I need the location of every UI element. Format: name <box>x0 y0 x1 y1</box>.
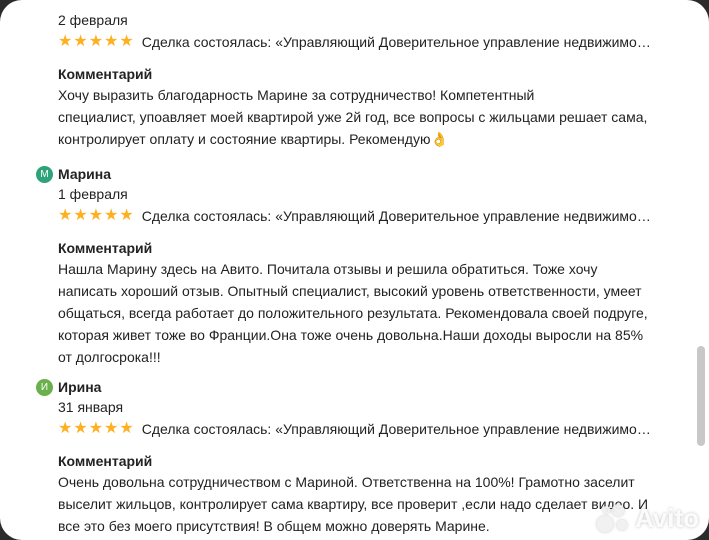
review-date: 31 января <box>58 399 124 415</box>
comment-line: написать хороший отзыв. Опытный специали… <box>58 283 642 299</box>
comment-heading: Комментарий <box>58 66 153 82</box>
review-date: 1 февраля <box>58 186 128 202</box>
comment-line: которая живет тоже во Франции.Она тоже о… <box>58 327 644 343</box>
star-icon: ★ <box>104 207 119 224</box>
star-icon: ★ <box>58 207 73 224</box>
avito-watermark: Avito <box>596 503 699 534</box>
review-author[interactable]: И Ирина <box>36 378 658 397</box>
star-icon: ★ <box>73 207 88 224</box>
review-item: И Ирина 31 января ★ ★ ★ ★ ★ Сделка состо… <box>36 378 658 537</box>
star-icon: ★ <box>88 420 104 437</box>
avatar[interactable]: М <box>36 166 53 183</box>
deal-info: Сделка состоялась: «Управляющий Доверите… <box>141 208 651 224</box>
watermark-text: Avito <box>634 503 699 533</box>
rating-stars: ★ ★ ★ ★ ★ <box>58 34 134 50</box>
author-name[interactable]: Марина <box>58 166 111 182</box>
deal-info: Сделка состоялась: «Управляющий Доверите… <box>141 421 651 437</box>
star-icon: ★ <box>58 420 73 437</box>
star-icon: ★ <box>58 33 73 50</box>
avito-logo-icon <box>596 503 631 534</box>
comment-line: Очень довольна сотрудничеством с Мариной… <box>58 474 635 490</box>
scrollbar-track[interactable] <box>697 10 705 530</box>
review-date: 2 февраля <box>58 12 128 28</box>
star-icon: ★ <box>73 33 88 50</box>
star-icon: ★ <box>88 33 104 50</box>
comment-line: общаться, всегда работает до положительн… <box>58 305 648 321</box>
comment-line: все это без моего присутствия! В общем м… <box>58 518 490 534</box>
review-item: 2 февраля ★ ★ ★ ★ ★ Сделка состоялась: «… <box>58 10 658 150</box>
author-name[interactable]: Ирина <box>58 379 101 395</box>
star-icon: ★ <box>104 33 119 50</box>
scrollbar-thumb[interactable] <box>697 346 705 446</box>
star-icon: ★ <box>104 420 119 437</box>
comment-text: Хочу выразить благодарность Марине за со… <box>58 84 658 150</box>
rating-line: ★ ★ ★ ★ ★ Сделка состоялась: «Управляющи… <box>58 30 658 54</box>
review-item: М Марина 1 февраля ★ ★ ★ ★ ★ Сделка сост… <box>36 165 658 368</box>
comment-line: от долгосрока!!! <box>58 349 161 365</box>
comment-heading: Комментарий <box>58 453 153 469</box>
deal-info: Сделка состоялась: «Управляющий Доверите… <box>141 34 651 50</box>
comment-line: Хочу выразить благодарность Марине за со… <box>58 87 535 103</box>
star-icon: ★ <box>88 207 104 224</box>
rating-stars: ★ ★ ★ ★ ★ <box>58 208 134 224</box>
star-icon: ★ <box>73 420 88 437</box>
star-icon: ★ <box>119 207 134 224</box>
star-icon: ★ <box>119 420 134 437</box>
avatar[interactable]: И <box>36 379 53 396</box>
comment-line: специалист, упоавляет моей квартирой уже… <box>58 109 648 125</box>
rating-line: ★ ★ ★ ★ ★ Сделка состоялась: «Управляющи… <box>58 417 658 441</box>
review-author[interactable]: М Марина <box>36 165 658 184</box>
rating-line: ★ ★ ★ ★ ★ Сделка состоялась: «Управляющи… <box>58 204 658 228</box>
comment-line: выселит жильцов, контролирует сама кварт… <box>58 496 649 512</box>
star-icon: ★ <box>119 33 134 50</box>
comment-heading: Комментарий <box>58 240 153 256</box>
comment-line: Нашла Марину здесь на Авито. Почитала от… <box>58 261 598 277</box>
comment-text: Нашла Марину здесь на Авито. Почитала от… <box>58 258 658 368</box>
comment-line: контролирует оплату и состояние квартиры… <box>58 131 448 147</box>
comment-text: Очень довольна сотрудничеством с Мариной… <box>58 471 658 537</box>
rating-stars: ★ ★ ★ ★ ★ <box>58 421 134 437</box>
reviews-modal: 2 февраля ★ ★ ★ ★ ★ Сделка состоялась: «… <box>0 0 709 540</box>
